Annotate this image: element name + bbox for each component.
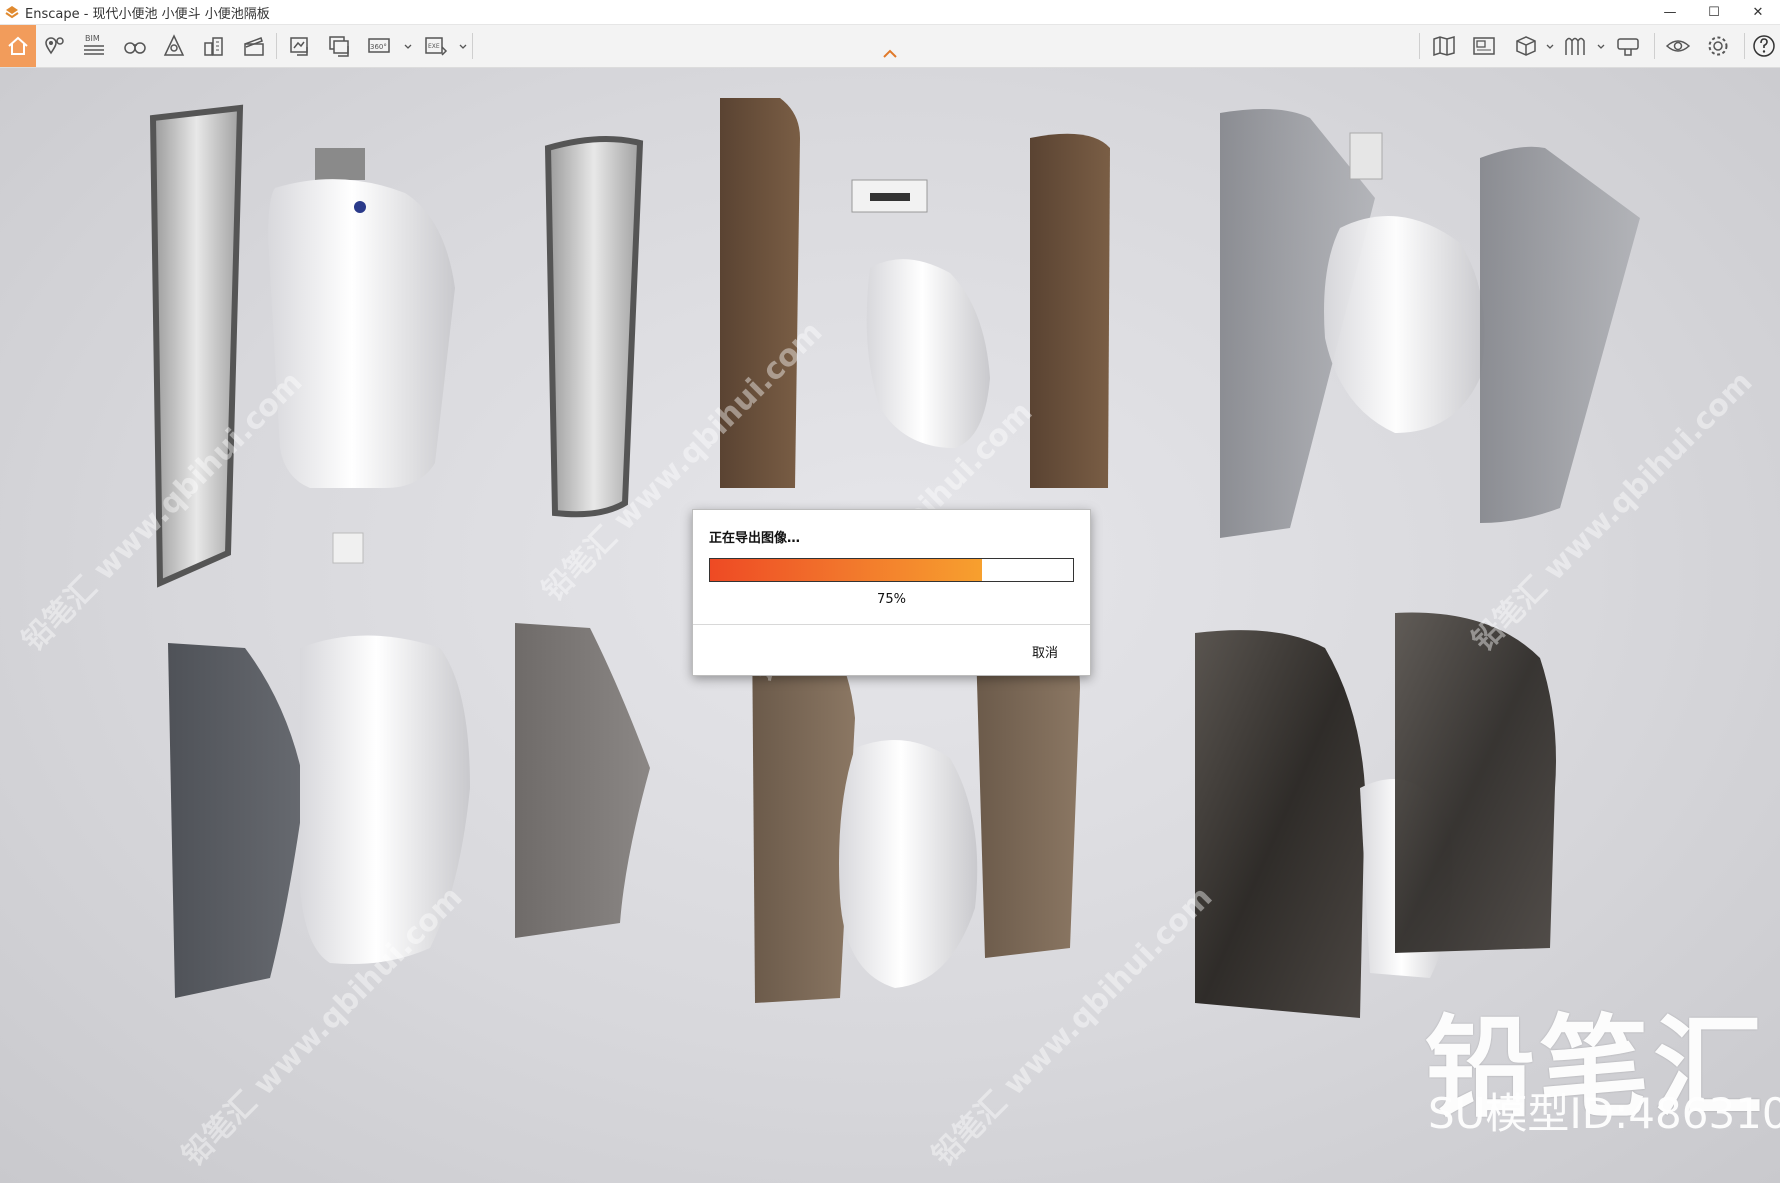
progress-percent: 75% bbox=[877, 592, 906, 607]
visual-settings-button[interactable] bbox=[1662, 30, 1694, 62]
export-progress-dialog: 正在导出图像… 75% 取消 bbox=[692, 509, 1091, 676]
chevron-down-icon[interactable] bbox=[1596, 42, 1606, 52]
screenshot-icon bbox=[290, 37, 308, 56]
maximize-button[interactable]: ☐ bbox=[1692, 0, 1736, 24]
batch-render-icon bbox=[329, 36, 349, 57]
buildings-icon bbox=[204, 37, 223, 56]
map-icon bbox=[1433, 36, 1455, 57]
toolbar-separator bbox=[1744, 33, 1745, 59]
urinal-set-3 bbox=[1220, 109, 1640, 538]
binoculars-icon bbox=[124, 42, 146, 54]
toolbar-separator bbox=[1419, 33, 1420, 59]
minimize-button[interactable]: — bbox=[1648, 0, 1692, 24]
location-pin-icon bbox=[45, 37, 64, 55]
urinal-set-1 bbox=[149, 104, 644, 588]
bim-button[interactable]: BIM bbox=[78, 30, 110, 62]
title-bar: Enscape - 现代小便池 小便斗 小便池隔板 — ☐ ✕ bbox=[0, 0, 1780, 25]
window-controls: — ☐ ✕ bbox=[1648, 0, 1780, 24]
export-exe-button[interactable]: EXE bbox=[420, 30, 452, 62]
cube-icon bbox=[1516, 36, 1536, 56]
video-clapper-icon bbox=[244, 37, 264, 56]
chevron-down-icon[interactable] bbox=[1545, 42, 1555, 52]
cancel-button[interactable]: 取消 bbox=[1032, 642, 1058, 661]
views-icon bbox=[1473, 37, 1495, 55]
enscape-logo-icon bbox=[5, 6, 19, 19]
panorama-button[interactable]: 360° bbox=[364, 30, 396, 62]
location-button[interactable] bbox=[38, 30, 70, 62]
video-editor-button[interactable] bbox=[238, 30, 270, 62]
settings-icon bbox=[1708, 36, 1728, 56]
buildings-button[interactable] bbox=[198, 30, 230, 62]
sun-icon bbox=[163, 34, 185, 56]
sun-button[interactable] bbox=[158, 30, 190, 62]
panorama-label: 360° bbox=[370, 43, 387, 51]
walk-mode-button[interactable] bbox=[119, 30, 151, 62]
asset-library-button[interactable] bbox=[1560, 30, 1592, 62]
toolbar-separator bbox=[276, 33, 277, 59]
map-button[interactable] bbox=[1428, 30, 1460, 62]
chevron-down-icon[interactable] bbox=[458, 42, 468, 52]
dialog-title: 正在导出图像… bbox=[709, 531, 801, 546]
exe-label: EXE bbox=[428, 43, 440, 50]
toolbar-separator bbox=[472, 33, 473, 59]
close-button[interactable]: ✕ bbox=[1736, 0, 1780, 24]
export-exe-icon: EXE bbox=[425, 37, 448, 56]
material-editor-button[interactable] bbox=[1612, 30, 1644, 62]
bim-label: BIM bbox=[85, 34, 100, 43]
bim-icon: BIM bbox=[84, 34, 104, 55]
material-editor-icon bbox=[1617, 38, 1639, 56]
toolbar-separator bbox=[1654, 33, 1655, 59]
home-icon bbox=[8, 36, 28, 55]
panorama-icon: 360° bbox=[368, 38, 390, 53]
export-progress-bar bbox=[709, 558, 1074, 582]
urinal-set-2 bbox=[720, 98, 1110, 488]
collapse-toolbar-chevron-icon[interactable] bbox=[881, 45, 899, 63]
batch-render-button[interactable] bbox=[324, 30, 356, 62]
help-icon bbox=[1753, 35, 1775, 57]
dialog-divider bbox=[693, 624, 1090, 625]
urinal-set-6 bbox=[1195, 612, 1556, 1018]
model-id-watermark: SU模型ID:486310 bbox=[1428, 1089, 1780, 1138]
chevron-down-icon[interactable] bbox=[403, 42, 413, 52]
home-button[interactable] bbox=[0, 25, 36, 67]
visual-settings-icon bbox=[1665, 40, 1691, 52]
cube-button[interactable] bbox=[1510, 30, 1542, 62]
views-button[interactable] bbox=[1468, 30, 1500, 62]
screenshot-button[interactable] bbox=[284, 30, 316, 62]
progress-fill bbox=[710, 559, 983, 581]
asset-library-icon bbox=[1565, 37, 1585, 55]
settings-button[interactable] bbox=[1702, 30, 1734, 62]
window-title: Enscape - 现代小便池 小便斗 小便池隔板 bbox=[25, 6, 270, 22]
help-button[interactable] bbox=[1748, 30, 1780, 62]
